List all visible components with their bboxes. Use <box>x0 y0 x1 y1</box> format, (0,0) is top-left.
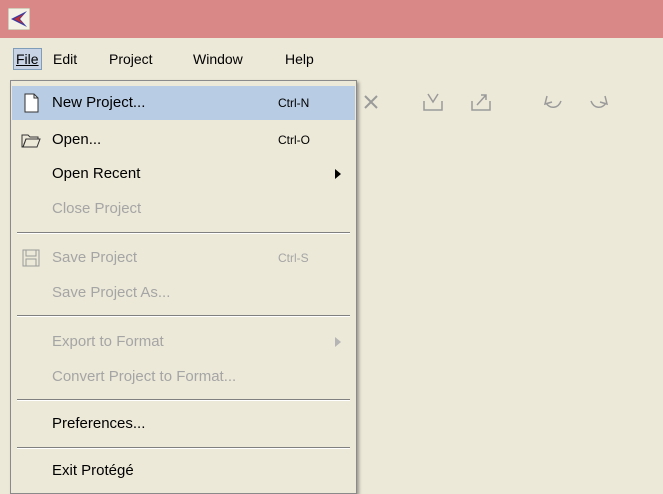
menu-item-label: Export to Format <box>52 333 164 350</box>
menu-item-shortcut: Ctrl-O <box>278 133 310 147</box>
menu-item-label: Preferences... <box>52 415 146 432</box>
menu-item-shortcut: Ctrl-N <box>278 96 310 110</box>
delete-icon[interactable] <box>356 87 386 117</box>
menu-item-new-project[interactable]: New Project... Ctrl-N <box>12 86 355 120</box>
menu-item-label: Exit Protégé <box>52 462 134 479</box>
menu-help-label: Help <box>285 51 314 67</box>
import-icon[interactable] <box>418 87 448 117</box>
menu-file-label: File <box>16 51 39 67</box>
menu-item-label: Open... <box>52 131 102 148</box>
menu-separator <box>17 232 350 234</box>
menu-item-save-project[interactable]: Save Project Ctrl-S <box>12 241 355 275</box>
menu-item-convert-project[interactable]: Convert Project to Format... <box>12 360 355 394</box>
submenu-arrow-icon <box>335 337 341 347</box>
menu-item-label: New Project... <box>52 94 146 111</box>
save-disk-icon <box>22 249 40 267</box>
menu-window-label: Window <box>193 51 243 67</box>
menu-window[interactable]: Window <box>191 49 245 69</box>
menu-help[interactable]: Help <box>283 49 316 69</box>
menu-item-close-project[interactable]: Close Project <box>12 192 355 226</box>
menu-item-shortcut: Ctrl-S <box>278 251 309 265</box>
menu-edit[interactable]: Edit <box>51 49 79 69</box>
menu-item-save-project-as[interactable]: Save Project As... <box>12 276 355 310</box>
submenu-arrow-icon <box>335 169 341 179</box>
menu-item-exit[interactable]: Exit Protégé <box>12 454 355 488</box>
title-bar <box>0 0 663 39</box>
menu-separator <box>17 399 350 401</box>
menu-item-preferences[interactable]: Preferences... <box>12 407 355 441</box>
menu-file[interactable]: File <box>13 48 42 70</box>
menu-project[interactable]: Project <box>107 49 155 69</box>
menu-item-export-to-format[interactable]: Export to Format <box>12 325 355 359</box>
open-folder-icon <box>21 134 41 148</box>
menu-item-label: Convert Project to Format... <box>52 368 237 385</box>
redo-icon[interactable] <box>584 87 614 117</box>
undo-icon[interactable] <box>538 87 568 117</box>
menu-item-label: Save Project As... <box>52 284 171 301</box>
menu-item-open[interactable]: Open... Ctrl-O <box>12 123 355 157</box>
new-document-icon <box>24 93 39 113</box>
file-menu-dropdown: New Project... Ctrl-N Open... Ctrl-O Ope… <box>10 80 357 494</box>
protege-logo-icon <box>8 8 30 30</box>
menu-item-label: Save Project <box>52 249 138 266</box>
menu-bar: File Edit Project Window Help <box>0 38 663 80</box>
menu-item-label: Open Recent <box>52 165 141 182</box>
menu-item-open-recent[interactable]: Open Recent <box>12 157 355 191</box>
export-icon[interactable] <box>466 87 496 117</box>
menu-item-label: Close Project <box>52 200 142 217</box>
menu-separator <box>17 447 350 449</box>
menu-project-label: Project <box>109 51 153 67</box>
menu-edit-label: Edit <box>53 51 78 67</box>
menu-separator <box>17 315 350 317</box>
